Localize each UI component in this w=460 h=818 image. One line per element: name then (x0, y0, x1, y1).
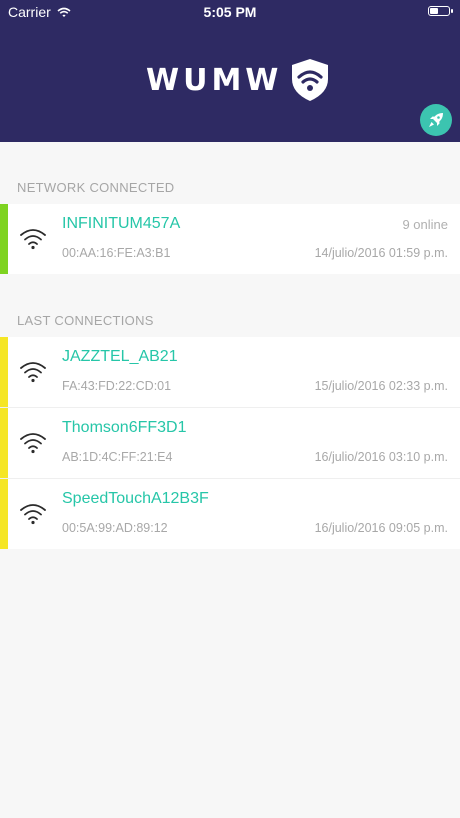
network-ssid: SpeedTouchA12B3F (62, 490, 209, 507)
network-ssid: JAZZTEL_AB21 (62, 348, 178, 365)
app-logo: WUMW (146, 56, 332, 104)
network-ssid: INFINITUM457A (62, 215, 181, 232)
wifi-icon (20, 362, 46, 383)
wifi-icon (20, 504, 46, 525)
connection-date: 15/julio/2016 02:33 p.m. (314, 379, 448, 393)
status-bar: Carrier 5:05 PM (0, 0, 460, 24)
connection-date: 14/julio/2016 01:59 p.m. (314, 246, 448, 260)
connection-status-bar (0, 337, 8, 407)
shield-wifi-icon (292, 59, 329, 101)
battery-level (430, 8, 438, 14)
wifi-icon (20, 229, 46, 250)
connected-network-row[interactable]: INFINITUM457A 9 online 00:AA:16:FE:A3:B1… (0, 204, 460, 274)
status-time: 5:05 PM (203, 4, 257, 20)
wifi-icon (20, 433, 46, 454)
last-connection-row[interactable]: JAZZTEL_AB21 FA:43:FD:22:CD:01 15/julio/… (0, 337, 460, 407)
rocket-button[interactable] (420, 104, 452, 136)
connection-date: 16/julio/2016 09:05 p.m. (314, 521, 448, 535)
app-header: Carrier 5:05 PM WUMW (0, 0, 460, 142)
connection-status-bar (0, 204, 8, 274)
network-connected-header: NETWORK CONNECTED (17, 180, 175, 195)
logo-wordmark: WUMW (146, 62, 283, 98)
connection-status-bar (0, 479, 8, 549)
network-ssid: Thomson6FF3D1 (62, 419, 187, 436)
network-mac: 00:AA:16:FE:A3:B1 (62, 246, 171, 260)
last-connection-row[interactable]: SpeedTouchA12B3F 00:5A:99:AD:89:12 16/ju… (0, 479, 460, 549)
battery-icon (428, 6, 453, 16)
rocket-icon (429, 113, 443, 127)
network-mac: FA:43:FD:22:CD:01 (62, 379, 172, 393)
network-mac: 00:5A:99:AD:89:12 (62, 521, 168, 535)
connection-date: 16/julio/2016 03:10 p.m. (314, 450, 448, 464)
online-count: 9 online (402, 217, 448, 232)
last-connection-row[interactable]: Thomson6FF3D1 AB:1D:4C:FF:21:E4 16/julio… (0, 408, 460, 478)
connection-status-bar (0, 408, 8, 478)
last-connections-header: LAST CONNECTIONS (17, 313, 154, 328)
network-mac: AB:1D:4C:FF:21:E4 (62, 450, 173, 464)
